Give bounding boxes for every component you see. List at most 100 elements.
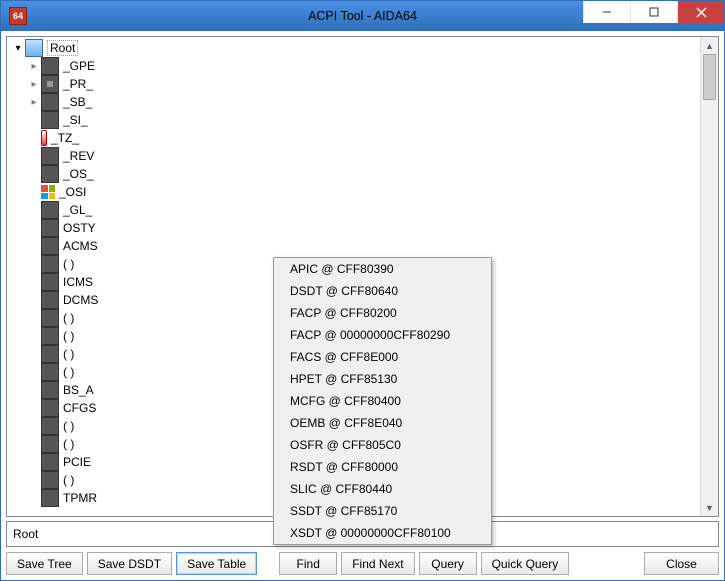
menu-item[interactable]: RSDT @ CFF80000 [274,456,491,478]
block-icon [41,111,59,129]
tree-node-label: _TZ_ [51,131,79,145]
tree-node[interactable]: ▸ _GPE [27,57,698,75]
menu-item[interactable]: DSDT @ CFF80640 [274,280,491,302]
tree-node-label: ( ) [63,311,74,325]
tree-root-label: Root [47,40,78,56]
block-icon [41,57,59,75]
block-icon [41,399,59,417]
block-icon [41,291,59,309]
tree-node-label: ( ) [63,347,74,361]
tree-node-label: _GL_ [63,203,92,217]
tree-node-label: ( ) [63,437,74,451]
tree-node-label: ( ) [63,419,74,433]
save-table-menu[interactable]: APIC @ CFF80390DSDT @ CFF80640FACP @ CFF… [273,257,492,545]
tree-node-label: ( ) [63,473,74,487]
save-tree-button[interactable]: Save Tree [6,552,83,575]
minimize-button[interactable] [583,1,630,23]
tree-node-label: OSTY [63,221,96,235]
menu-item[interactable]: OEMB @ CFF8E040 [274,412,491,434]
menu-item[interactable]: SLIC @ CFF80440 [274,478,491,500]
tree-node[interactable]: ▸_OSI [27,183,698,201]
tree-node[interactable]: ▸_TZ_ [27,129,698,147]
menu-item[interactable]: MCFG @ CFF80400 [274,390,491,412]
block-icon [41,417,59,435]
block-icon [41,273,59,291]
scroll-thumb[interactable] [703,54,716,100]
menu-item[interactable]: FACP @ CFF80200 [274,302,491,324]
expand-toggle-icon[interactable]: ▸ [27,95,41,109]
windows-icon [41,185,55,199]
minimize-icon [602,7,612,17]
quick-query-button[interactable]: Quick Query [481,552,570,575]
maximize-button[interactable] [630,1,677,23]
tree-node-label: _REV [63,149,94,163]
close-icon [696,7,707,18]
tree-node[interactable]: ▸_GL_ [27,201,698,219]
find-button[interactable]: Find [279,552,337,575]
menu-item[interactable]: HPET @ CFF85130 [274,368,491,390]
block-icon [41,453,59,471]
menu-item[interactable]: FACS @ CFF8E000 [274,346,491,368]
block-icon [41,237,59,255]
close-button[interactable]: Close [644,552,719,575]
find-next-button[interactable]: Find Next [341,552,414,575]
tree-node-label: _PR_ [63,77,93,91]
block-icon [41,381,59,399]
tree-node-label: ICMS [63,275,93,289]
menu-item[interactable]: SSDT @ CFF85170 [274,500,491,522]
menu-item[interactable]: APIC @ CFF80390 [274,258,491,280]
scroll-up-icon[interactable]: ▲ [701,37,718,54]
block-icon [41,165,59,183]
block-icon [41,255,59,273]
tree-node[interactable]: ▸_SI_ [27,111,698,129]
block-icon [41,309,59,327]
block-icon [41,219,59,237]
menu-item[interactable]: FACP @ 00000000CFF80290 [274,324,491,346]
tree-node[interactable]: ▸_OS_ [27,165,698,183]
expand-toggle-icon[interactable]: ▾ [11,41,25,55]
save-table-button[interactable]: Save Table [176,552,257,575]
tree-node-label: _SI_ [63,113,88,127]
tree-node-label: _OSI [59,185,86,199]
root-icon [25,39,43,57]
query-button[interactable]: Query [419,552,477,575]
chip-icon [41,75,59,93]
expand-toggle-icon[interactable]: ▸ [27,59,41,73]
tree-node-label: ( ) [63,257,74,271]
scroll-down-icon[interactable]: ▼ [701,499,718,516]
maximize-icon [649,7,659,17]
tree-node-label: TPMR [63,491,97,505]
tree-root-node[interactable]: ▾ Root [11,39,698,57]
tree-node-label: _SB_ [63,95,92,109]
thermometer-icon [41,130,47,146]
close-window-button[interactable] [677,1,724,23]
block-icon [41,345,59,363]
save-dsdt-button[interactable]: Save DSDT [87,552,172,575]
tree-node-label: ( ) [63,365,74,379]
tree-node-label: CFGS [63,401,96,415]
block-icon [41,363,59,381]
tree-node-label: ( ) [63,329,74,343]
tree-node[interactable]: ▸ _PR_ [27,75,698,93]
vertical-scrollbar[interactable]: ▲ ▼ [700,37,718,516]
tree-node[interactable]: ▸ACMS [27,237,698,255]
block-icon [41,93,59,111]
menu-item[interactable]: XSDT @ 00000000CFF80100 [274,522,491,544]
app-icon: 64 [9,7,27,25]
block-icon [41,147,59,165]
scroll-track[interactable] [701,54,718,499]
block-icon [41,471,59,489]
tree-node-label: PCIE [63,455,91,469]
block-icon [41,327,59,345]
button-bar: Save Tree Save DSDT Save Table Find Find… [6,551,719,575]
tree-node[interactable]: ▸_REV [27,147,698,165]
app-window: 64 ACPI Tool - AIDA64 ▾ Root [0,0,725,581]
tree-node-label: BS_A [63,383,94,397]
tree-node-label: DCMS [63,293,98,307]
tree-node[interactable]: ▸ _SB_ [27,93,698,111]
tree-node-label: _OS_ [63,167,94,181]
tree-node-label: _GPE [63,59,95,73]
expand-toggle-icon[interactable]: ▸ [27,77,41,91]
tree-node[interactable]: ▸OSTY [27,219,698,237]
menu-item[interactable]: OSFR @ CFF805C0 [274,434,491,456]
